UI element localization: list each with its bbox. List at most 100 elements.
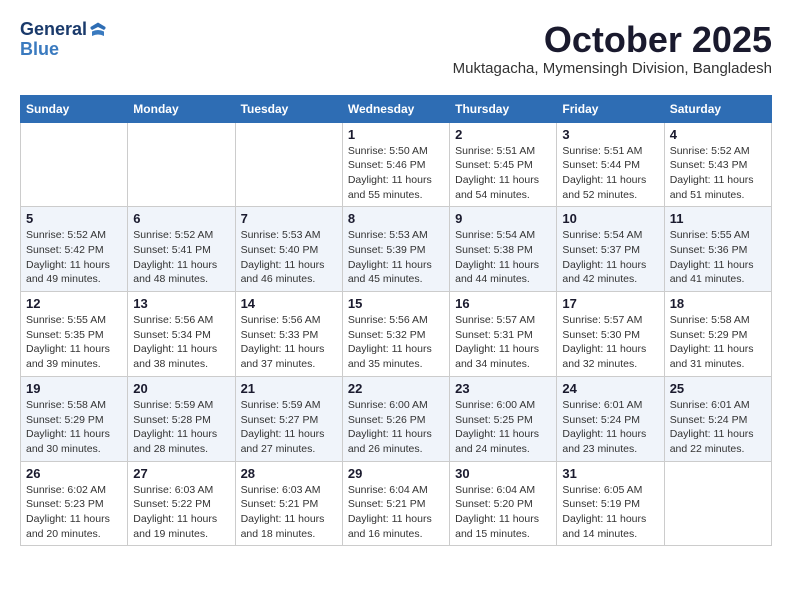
day-number: 16: [455, 296, 551, 311]
weekday-header-monday: Monday: [128, 95, 235, 122]
calendar-cell: 24Sunrise: 6:01 AMSunset: 5:24 PMDayligh…: [557, 376, 664, 461]
logo: General Blue: [20, 20, 107, 60]
day-number: 25: [670, 381, 766, 396]
calendar-cell: 21 Sunrise: 5:59 AMSunset: 5:27 PMDayligh…: [235, 376, 342, 461]
calendar-table: SundayMondayTuesdayWednesdayThursdayFrid…: [20, 95, 772, 547]
day-number: 5: [26, 211, 122, 226]
day-info: Sunrise: 5:56 AMSunset: 5:32 PMDaylight:…: [348, 313, 444, 372]
day-info: Sunrise: 6:01 AMSunset: 5:24 PMDaylight:…: [670, 398, 766, 457]
calendar-cell: 3 Sunrise: 5:51 AMSunset: 5:44 PMDaylight…: [557, 122, 664, 207]
week-row-3: 12 Sunrise: 5:55 AMSunset: 5:35 PMDayligh…: [21, 292, 772, 377]
day-info: Sunrise: 6:04 AMSunset: 5:21 PMDaylight:…: [348, 483, 444, 542]
weekday-header-row: SundayMondayTuesdayWednesdayThursdayFrid…: [21, 95, 772, 122]
week-row-2: 5 Sunrise: 5:52 AMSunset: 5:42 PMDaylight…: [21, 207, 772, 292]
calendar-cell: 20Sunrise: 5:59 AMSunset: 5:28 PMDayligh…: [128, 376, 235, 461]
day-number: 3: [562, 127, 658, 142]
day-info: Sunrise: 5:53 AMSunset: 5:40 PMDaylight:…: [241, 228, 337, 287]
calendar-cell: 8 Sunrise: 5:53 AMSunset: 5:39 PMDaylight…: [342, 207, 449, 292]
calendar-cell: 7 Sunrise: 5:53 AMSunset: 5:40 PMDaylight…: [235, 207, 342, 292]
calendar-cell: 28 Sunrise: 6:03 AMSunset: 5:21 PMDayligh…: [235, 461, 342, 546]
calendar-cell: 16 Sunrise: 5:57 AMSunset: 5:31 PMDayligh…: [450, 292, 557, 377]
calendar-cell: 18 Sunrise: 5:58 AMSunset: 5:29 PMDayligh…: [664, 292, 771, 377]
weekday-header-wednesday: Wednesday: [342, 95, 449, 122]
day-info: Sunrise: 6:00 AMSunset: 5:26 PMDaylight:…: [348, 398, 444, 457]
calendar-cell: 25 Sunrise: 6:01 AMSunset: 5:24 PMDayligh…: [664, 376, 771, 461]
day-info: Sunrise: 5:53 AMSunset: 5:39 PMDaylight:…: [348, 228, 444, 287]
day-info: Sunrise: 5:57 AMSunset: 5:30 PMDaylight:…: [562, 313, 658, 372]
calendar-cell: 29 Sunrise: 6:04 AMSunset: 5:21 PMDayligh…: [342, 461, 449, 546]
calendar-cell: 30Sunrise: 6:04 AMSunset: 5:20 PMDayligh…: [450, 461, 557, 546]
day-info: Sunrise: 6:00 AMSunset: 5:25 PMDaylight:…: [455, 398, 551, 457]
calendar-cell: 15 Sunrise: 5:56 AMSunset: 5:32 PMDayligh…: [342, 292, 449, 377]
weekday-header-tuesday: Tuesday: [235, 95, 342, 122]
week-row-1: 1 Sunrise: 5:50 AMSunset: 5:46 PMDaylight…: [21, 122, 772, 207]
day-info: Sunrise: 5:55 AMSunset: 5:35 PMDaylight:…: [26, 313, 122, 372]
day-number: 23: [455, 381, 551, 396]
calendar-cell: 19 Sunrise: 5:58 AMSunset: 5:29 PMDayligh…: [21, 376, 128, 461]
day-info: Sunrise: 5:58 AMSunset: 5:29 PMDaylight:…: [670, 313, 766, 372]
day-number: 20: [133, 381, 229, 396]
day-info: Sunrise: 6:03 AMSunset: 5:21 PMDaylight:…: [241, 483, 337, 542]
calendar-cell: 12 Sunrise: 5:55 AMSunset: 5:35 PMDayligh…: [21, 292, 128, 377]
day-number: 21: [241, 381, 337, 396]
day-number: 7: [241, 211, 337, 226]
day-info: Sunrise: 6:05 AMSunset: 5:19 PMDaylight:…: [562, 483, 658, 542]
day-info: Sunrise: 5:55 AMSunset: 5:36 PMDaylight:…: [670, 228, 766, 287]
day-info: Sunrise: 5:56 AMSunset: 5:34 PMDaylight:…: [133, 313, 229, 372]
day-info: Sunrise: 5:50 AMSunset: 5:46 PMDaylight:…: [348, 144, 444, 203]
calendar-cell: 4Sunrise: 5:52 AMSunset: 5:43 PMDaylight…: [664, 122, 771, 207]
weekday-header-thursday: Thursday: [450, 95, 557, 122]
top-section: General Blue October 2025 Muktagacha, My…: [20, 20, 772, 87]
day-number: 17: [562, 296, 658, 311]
day-number: 13: [133, 296, 229, 311]
calendar-cell: 5 Sunrise: 5:52 AMSunset: 5:42 PMDaylight…: [21, 207, 128, 292]
day-number: 9: [455, 211, 551, 226]
logo-general: General: [20, 20, 87, 40]
day-info: Sunrise: 5:58 AMSunset: 5:29 PMDaylight:…: [26, 398, 122, 457]
day-info: Sunrise: 5:51 AMSunset: 5:44 PMDaylight:…: [562, 144, 658, 203]
day-number: 12: [26, 296, 122, 311]
calendar-cell: 17 Sunrise: 5:57 AMSunset: 5:30 PMDayligh…: [557, 292, 664, 377]
calendar-cell: 10Sunrise: 5:54 AMSunset: 5:37 PMDayligh…: [557, 207, 664, 292]
weekday-header-sunday: Sunday: [21, 95, 128, 122]
day-number: 2: [455, 127, 551, 142]
day-info: Sunrise: 5:59 AMSunset: 5:27 PMDaylight:…: [241, 398, 337, 457]
day-info: Sunrise: 6:02 AMSunset: 5:23 PMDaylight:…: [26, 483, 122, 542]
day-number: 1: [348, 127, 444, 142]
week-row-5: 26 Sunrise: 6:02 AMSunset: 5:23 PMDayligh…: [21, 461, 772, 546]
calendar-cell: 13 Sunrise: 5:56 AMSunset: 5:34 PMDayligh…: [128, 292, 235, 377]
day-number: 18: [670, 296, 766, 311]
day-info: Sunrise: 5:52 AMSunset: 5:43 PMDaylight:…: [670, 144, 766, 203]
day-number: 22: [348, 381, 444, 396]
day-number: 26: [26, 466, 122, 481]
calendar-cell: 6Sunrise: 5:52 AMSunset: 5:41 PMDaylight…: [128, 207, 235, 292]
day-number: 19: [26, 381, 122, 396]
day-number: 11: [670, 211, 766, 226]
calendar-cell: 31 Sunrise: 6:05 AMSunset: 5:19 PMDayligh…: [557, 461, 664, 546]
logo-icon: [89, 21, 107, 39]
day-number: 31: [562, 466, 658, 481]
calendar-cell: 9Sunrise: 5:54 AMSunset: 5:38 PMDaylight…: [450, 207, 557, 292]
location-title: Muktagacha, Mymensingh Division, Banglad…: [453, 60, 772, 77]
calendar-cell: 11 Sunrise: 5:55 AMSunset: 5:36 PMDayligh…: [664, 207, 771, 292]
day-info: Sunrise: 5:51 AMSunset: 5:45 PMDaylight:…: [455, 144, 551, 203]
calendar-cell: 26 Sunrise: 6:02 AMSunset: 5:23 PMDayligh…: [21, 461, 128, 546]
week-row-4: 19 Sunrise: 5:58 AMSunset: 5:29 PMDayligh…: [21, 376, 772, 461]
day-info: Sunrise: 5:54 AMSunset: 5:37 PMDaylight:…: [562, 228, 658, 287]
day-info: Sunrise: 6:04 AMSunset: 5:20 PMDaylight:…: [455, 483, 551, 542]
day-number: 8: [348, 211, 444, 226]
day-number: 28: [241, 466, 337, 481]
title-block: October 2025 Muktagacha, Mymensingh Divi…: [453, 20, 772, 87]
weekday-header-saturday: Saturday: [664, 95, 771, 122]
day-info: Sunrise: 5:57 AMSunset: 5:31 PMDaylight:…: [455, 313, 551, 372]
calendar-cell: 1 Sunrise: 5:50 AMSunset: 5:46 PMDaylight…: [342, 122, 449, 207]
day-number: 15: [348, 296, 444, 311]
day-info: Sunrise: 5:52 AMSunset: 5:42 PMDaylight:…: [26, 228, 122, 287]
calendar-cell: 23 Sunrise: 6:00 AMSunset: 5:25 PMDayligh…: [450, 376, 557, 461]
calendar-cell: [235, 122, 342, 207]
calendar-cell: 27Sunrise: 6:03 AMSunset: 5:22 PMDayligh…: [128, 461, 235, 546]
day-number: 29: [348, 466, 444, 481]
calendar-cell: [664, 461, 771, 546]
calendar-cell: 22 Sunrise: 6:00 AMSunset: 5:26 PMDayligh…: [342, 376, 449, 461]
calendar-cell: [128, 122, 235, 207]
